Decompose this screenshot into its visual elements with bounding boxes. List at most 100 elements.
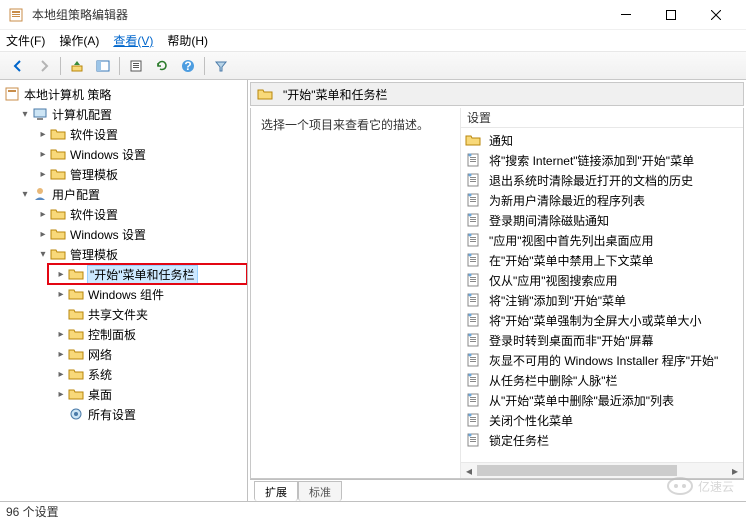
forward-button[interactable] [32,54,56,78]
settings-item[interactable]: 将"注销"添加到"开始"菜单 [461,290,743,310]
tree-item[interactable]: ▸系统 [0,364,247,384]
menu-bar: 文件(F) 操作(A) 查看(V) 帮助(H) [0,30,746,52]
settings-item[interactable]: 为新用户清除最近的程序列表 [461,190,743,210]
policy-icon [465,412,481,428]
collapse-icon[interactable]: ▾ [18,189,32,200]
folder-icon [50,126,66,142]
properties-button[interactable] [124,54,148,78]
settings-item[interactable]: 灰显不可用的 Windows Installer 程序"开始" [461,350,743,370]
expand-icon[interactable]: ▸ [54,369,68,380]
collapse-icon[interactable]: ▾ [18,109,32,120]
tree-computer-config[interactable]: ▾ 计算机配置 [0,104,247,124]
settings-item-label: 将"开始"菜单强制为全屏大小或菜单大小 [489,312,702,329]
tree-item[interactable]: ▸桌面 [0,384,247,404]
tree-admin-templates-user[interactable]: ▾管理模板 [0,244,247,264]
folder-icon [50,226,66,242]
computer-icon [32,106,48,122]
folder-icon [68,326,84,342]
tree-item[interactable]: ▸Windows 设置 [0,144,247,164]
expand-icon[interactable]: ▸ [54,269,68,280]
scroll-left-icon[interactable]: ◂ [461,463,477,478]
tab-standard[interactable]: 标准 [298,481,342,501]
tree-item[interactable]: ▸管理模板 [0,164,247,184]
folder-open-icon [257,86,273,102]
tree-item[interactable]: ▸Windows 组件 [0,284,247,304]
settings-item-label: "应用"视图中首先列出桌面应用 [489,232,654,249]
expand-icon[interactable]: ▸ [36,229,50,240]
settings-item-label: 登录期间清除磁贴通知 [489,212,609,229]
maximize-button[interactable] [648,0,693,30]
settings-item-label: 仅从"应用"视图搜索应用 [489,272,618,289]
back-button[interactable] [6,54,30,78]
expand-icon[interactable]: ▸ [54,289,68,300]
refresh-button[interactable] [150,54,174,78]
menu-help[interactable]: 帮助(H) [167,32,208,49]
app-icon [8,7,24,23]
policy-icon [465,232,481,248]
settings-item[interactable]: 关闭个性化菜单 [461,410,743,430]
minimize-button[interactable] [603,0,648,30]
settings-item-label: 将"搜索 Internet"链接添加到"开始"菜单 [489,152,694,169]
expand-icon[interactable]: ▸ [36,169,50,180]
settings-item-label: 将"注销"添加到"开始"菜单 [489,292,626,309]
tree-all-settings[interactable]: 所有设置 [0,404,247,424]
tree-start-taskbar[interactable]: ▸"开始"菜单和任务栏 [48,264,239,284]
tree-item[interactable]: ▸软件设置 [0,204,247,224]
settings-item[interactable]: 锁定任务栏 [461,430,743,450]
settings-item[interactable]: 登录时转到桌面而非"开始"屏幕 [461,330,743,350]
menu-view[interactable]: 查看(V) [113,32,153,49]
folder-icon [50,246,66,262]
tree-item[interactable]: ▸Windows 设置 [0,224,247,244]
settings-item-label: 关闭个性化菜单 [489,412,573,429]
settings-item-label: 锁定任务栏 [489,432,549,449]
tree-root[interactable]: 本地计算机 策略 [0,84,247,104]
content-title: "开始"菜单和任务栏 [283,86,388,103]
folder-icon [68,306,84,322]
filter-button[interactable] [209,54,233,78]
scroll-thumb[interactable] [477,465,677,476]
policy-icon [465,312,481,328]
settings-item[interactable]: 将"搜索 Internet"链接添加到"开始"菜单 [461,150,743,170]
tree-user-config[interactable]: ▾ 用户配置 [0,184,247,204]
policy-icon [465,392,481,408]
tree-item[interactable]: 共享文件夹 [0,304,247,324]
folder-icon [465,132,481,148]
expand-icon[interactable]: ▸ [36,129,50,140]
settings-list: 通知将"搜索 Internet"链接添加到"开始"菜单退出系统时清除最近打开的文… [461,128,743,462]
show-hide-button[interactable] [91,54,115,78]
settings-item[interactable]: 从任务栏中删除"人脉"栏 [461,370,743,390]
content-header: "开始"菜单和任务栏 [250,82,744,106]
title-bar: 本地组策略编辑器 [0,0,746,30]
settings-column-header[interactable]: 设置 [461,108,743,128]
policy-root-icon [4,86,20,102]
folder-icon [50,166,66,182]
expand-icon[interactable]: ▸ [36,149,50,160]
settings-item[interactable]: 将"开始"菜单强制为全屏大小或菜单大小 [461,310,743,330]
tree-item[interactable]: ▸控制面板 [0,324,247,344]
tab-extended[interactable]: 扩展 [254,481,298,501]
settings-item[interactable]: 登录期间清除磁贴通知 [461,210,743,230]
help-button[interactable]: ? [176,54,200,78]
settings-item[interactable]: 退出系统时清除最近打开的文档的历史 [461,170,743,190]
expand-icon[interactable]: ▸ [36,209,50,220]
settings-item[interactable]: 在"开始"菜单中禁用上下文菜单 [461,250,743,270]
tree-item[interactable]: ▸软件设置 [0,124,247,144]
folder-icon [68,386,84,402]
expand-icon[interactable]: ▸ [54,329,68,340]
settings-item-label: 在"开始"菜单中禁用上下文菜单 [489,252,654,269]
menu-action[interactable]: 操作(A) [59,32,99,49]
settings-item-label: 从"开始"菜单中删除"最近添加"列表 [489,392,674,409]
settings-item-label: 灰显不可用的 Windows Installer 程序"开始" [489,352,718,369]
settings-item[interactable]: "应用"视图中首先列出桌面应用 [461,230,743,250]
settings-item[interactable]: 从"开始"菜单中删除"最近添加"列表 [461,390,743,410]
menu-file[interactable]: 文件(F) [6,32,45,49]
collapse-icon[interactable]: ▾ [36,249,50,260]
settings-folder[interactable]: 通知 [461,130,743,150]
expand-icon[interactable]: ▸ [54,349,68,360]
tree-item[interactable]: ▸网络 [0,344,247,364]
up-button[interactable] [65,54,89,78]
user-icon [32,186,48,202]
expand-icon[interactable]: ▸ [54,389,68,400]
close-button[interactable] [693,0,738,30]
settings-item[interactable]: 仅从"应用"视图搜索应用 [461,270,743,290]
